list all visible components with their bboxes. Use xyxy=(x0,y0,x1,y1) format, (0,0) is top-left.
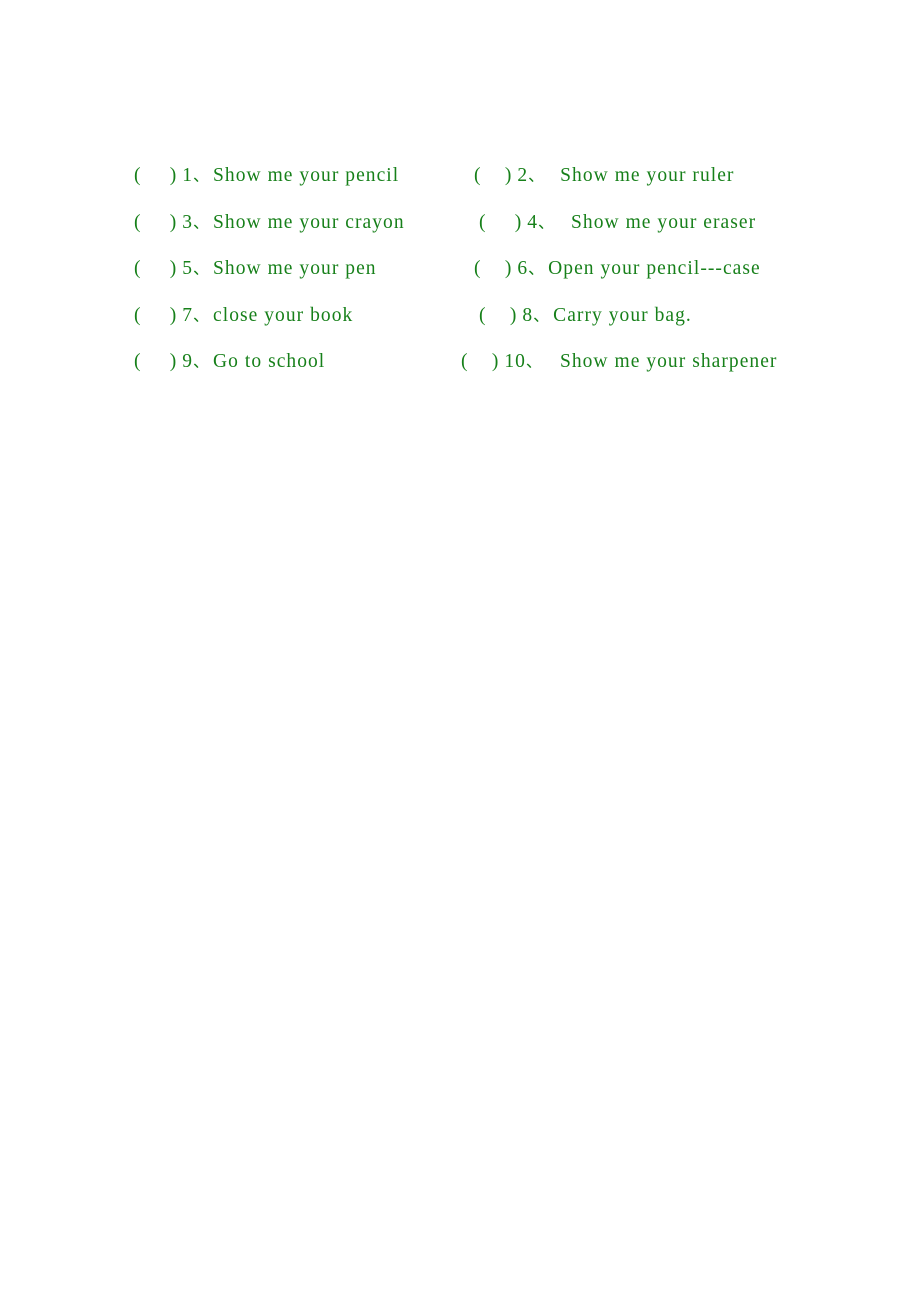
exercise-row: ( ) 3、 Show me your crayon( ) 4、 Show me y… xyxy=(0,207,920,254)
item-number-2: 2 xyxy=(517,165,529,186)
item-text-6: Open your pencil---case xyxy=(548,258,761,279)
exercise-item-5: ( ) 5、 Show me your pen xyxy=(134,253,377,284)
exercise-row: ( ) 7、 close your book( ) 8、 Carry your ba… xyxy=(0,300,920,347)
item-number-9: 9 xyxy=(182,351,193,372)
item-separator-5: 、 xyxy=(193,259,210,278)
item-number-10: 10 xyxy=(504,351,526,372)
item-number-6: 6 xyxy=(517,258,529,279)
item-text-7: close your book xyxy=(213,304,354,326)
item-text-5: Show me your pen xyxy=(213,258,377,279)
exercise-list: ( ) 1、 Show me your pencil( ) 2、 Show me y… xyxy=(0,160,920,393)
item-text-4: Show me your eraser xyxy=(571,211,757,233)
exercise-row: ( ) 1、 Show me your pencil( ) 2、 Show me y… xyxy=(0,160,920,207)
exercise-item-9: ( ) 9、 Go to school xyxy=(134,346,325,377)
answer-blank-8[interactable]: ( ) xyxy=(479,305,516,326)
item-separator-2: 、 xyxy=(528,166,545,185)
answer-blank-4[interactable]: ( ) xyxy=(479,212,521,233)
item-number-7: 7 xyxy=(182,304,193,326)
item-separator-7: 、 xyxy=(193,305,210,325)
answer-blank-1[interactable]: ( ) xyxy=(134,165,176,186)
item-separator-1: 、 xyxy=(193,166,210,185)
exercise-item-10: ( ) 10、 Show me your sharpener xyxy=(461,346,777,377)
exercise-item-2: ( ) 2、 Show me your ruler xyxy=(474,160,734,191)
item-separator-10: 、 xyxy=(525,352,542,371)
exercise-row: ( ) 9、 Go to school( ) 10、 Show me your sh… xyxy=(0,346,920,393)
item-text-2: Show me your ruler xyxy=(560,165,735,186)
item-separator-8: 、 xyxy=(533,305,550,325)
answer-blank-2[interactable]: ( ) xyxy=(474,165,511,186)
item-text-9: Go to school xyxy=(213,351,326,372)
item-text-1: Show me your pencil xyxy=(213,165,400,186)
item-number-3: 3 xyxy=(182,211,193,233)
item-text-3: Show me your crayon xyxy=(213,211,405,233)
item-separator-6: 、 xyxy=(528,259,545,278)
item-number-5: 5 xyxy=(182,258,193,279)
answer-blank-10[interactable]: ( ) xyxy=(461,351,498,372)
answer-blank-9[interactable]: ( ) xyxy=(134,351,176,372)
exercise-row: ( ) 5、 Show me your pen( ) 6、 Open your pe… xyxy=(0,253,920,300)
item-separator-4: 、 xyxy=(538,212,555,232)
answer-blank-5[interactable]: ( ) xyxy=(134,258,176,279)
item-separator-3: 、 xyxy=(193,212,210,232)
exercise-item-1: ( ) 1、 Show me your pencil xyxy=(134,160,399,191)
answer-blank-7[interactable]: ( ) xyxy=(134,305,176,326)
exercise-item-4: ( ) 4、 Show me your eraser xyxy=(479,207,756,238)
exercise-item-8: ( ) 8、 Carry your bag. xyxy=(479,300,692,331)
answer-blank-3[interactable]: ( ) xyxy=(134,212,176,233)
item-text-10: Show me your sharpener xyxy=(559,351,778,372)
item-separator-9: 、 xyxy=(193,352,210,371)
exercise-item-3: ( ) 3、 Show me your crayon xyxy=(134,207,405,238)
answer-blank-6[interactable]: ( ) xyxy=(474,258,511,279)
item-number-1: 1 xyxy=(182,165,193,186)
item-number-8: 8 xyxy=(522,304,534,326)
item-text-8: Carry your bag. xyxy=(553,304,692,326)
exercise-item-7: ( ) 7、 close your book xyxy=(134,300,353,331)
exercise-item-6: ( ) 6、 Open your pencil---case xyxy=(474,253,761,284)
worksheet-page: ( ) 1、 Show me your pencil( ) 2、 Show me y… xyxy=(0,0,920,1300)
item-number-4: 4 xyxy=(527,211,538,233)
